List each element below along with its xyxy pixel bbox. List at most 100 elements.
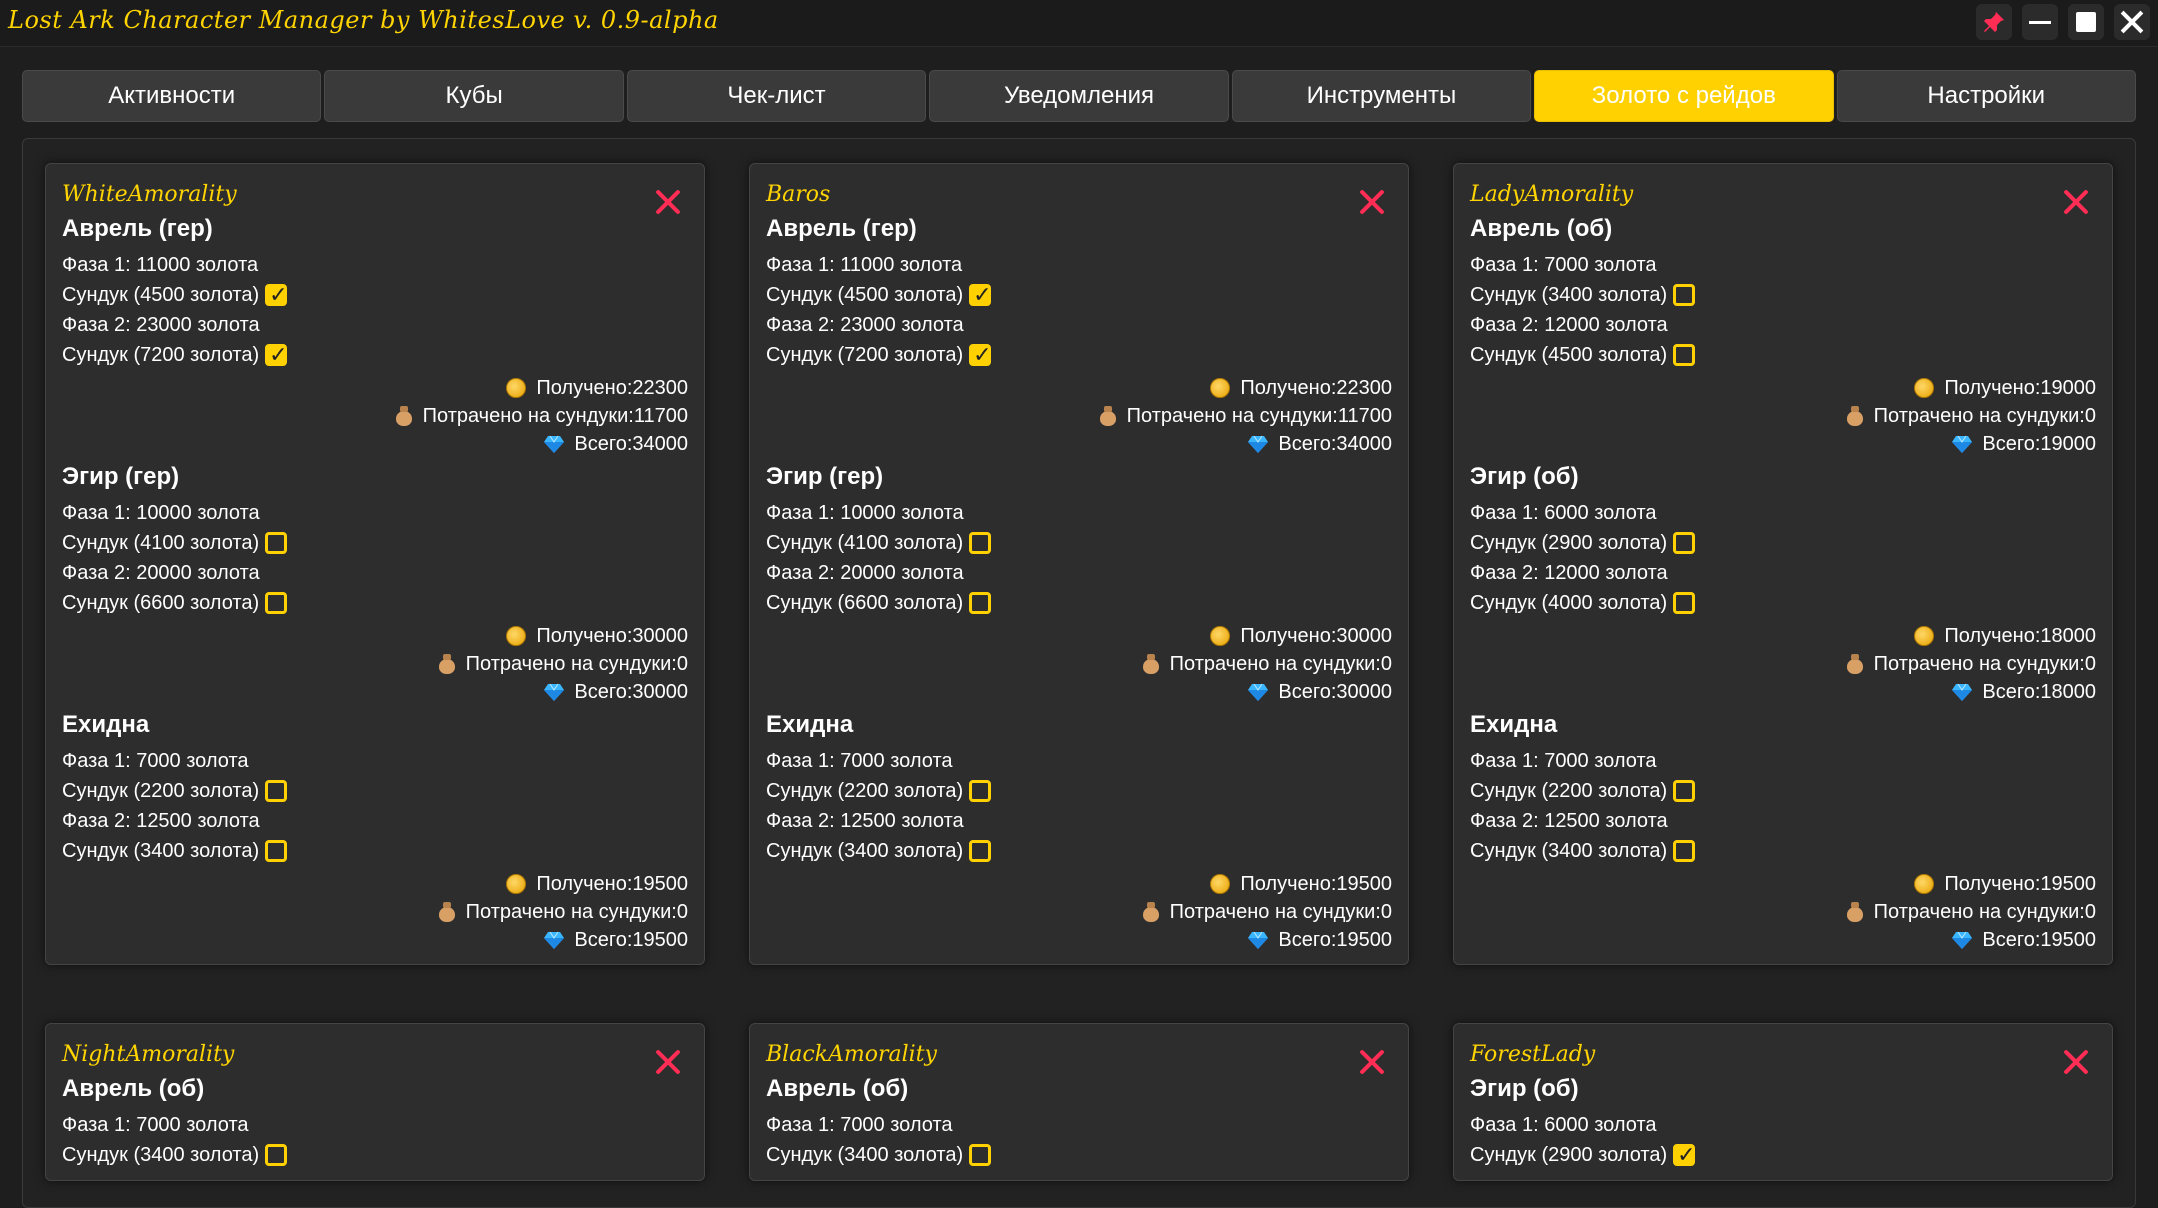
- remove-character-icon[interactable]: [654, 188, 682, 216]
- chest-1-text: Сундук (3400 золота): [766, 1144, 964, 1166]
- raid-summary: Получено: 22300 Потрачено на сундуки: 117…: [62, 374, 688, 458]
- chest-1-checkbox[interactable]: [265, 1144, 288, 1166]
- chest-2-text: Сундук (6600 золота): [62, 592, 260, 614]
- remove-character-icon[interactable]: [1358, 188, 1386, 216]
- chest-2-checkbox[interactable]: [1673, 840, 1696, 862]
- tab-settings[interactable]: Настройки: [1836, 70, 2136, 122]
- received-label: Получено:: [536, 873, 633, 895]
- chest-1-checkbox[interactable]: [265, 532, 288, 554]
- raid-summary: Получено: 18000 Потрачено на сундуки: 0 Вс…: [1470, 622, 2096, 706]
- chest-1-checkbox[interactable]: [969, 780, 992, 802]
- chest-1-checkbox[interactable]: [265, 780, 288, 802]
- coin-icon: [1914, 874, 1935, 894]
- remove-character-icon[interactable]: [654, 1048, 682, 1076]
- chest-1-text: Сундук (4500 золота): [766, 284, 964, 306]
- phase-2-text: Фаза 2: 23000 золота: [62, 314, 260, 336]
- minimize-button[interactable]: [2022, 4, 2058, 40]
- total-label: Всего:: [1982, 681, 2041, 703]
- phase-1-text: Фаза 1: 7000 золота: [1470, 750, 1657, 772]
- chest-1-checkbox[interactable]: [969, 1144, 992, 1166]
- remove-character-icon[interactable]: [2062, 1048, 2090, 1076]
- raid-section: Эгир (гер) Фаза 1: 10000 золота Сундук (41…: [766, 458, 1392, 706]
- money-bag-icon: [1142, 654, 1160, 674]
- chest-1-text: Сундук (4100 золота): [766, 532, 964, 554]
- chest-1-checkbox[interactable]: [969, 281, 992, 311]
- chest-1-text: Сундук (2200 золота): [62, 780, 260, 802]
- phase-1-text: Фаза 1: 7000 золота: [62, 750, 249, 772]
- chest-1-checkbox[interactable]: [1673, 532, 1696, 554]
- raid-title: Аврель (об): [62, 1075, 205, 1102]
- spent-label: Потрачено на сундуки:: [1873, 405, 2085, 427]
- phase-2-line: Фаза 2: 12500 золота: [1470, 806, 2096, 836]
- chest-2-checkbox[interactable]: [265, 592, 288, 614]
- received-label: Получено:: [1944, 377, 2041, 399]
- chest-1-checkbox[interactable]: [265, 281, 288, 311]
- money-bag-icon: [438, 902, 456, 922]
- chest-2-checkbox[interactable]: [1673, 592, 1696, 614]
- close-button[interactable]: [2114, 4, 2150, 40]
- received-label: Получено:: [1240, 873, 1337, 895]
- chest-1-text: Сундук (3400 золота): [62, 1144, 260, 1166]
- coin-icon: [506, 626, 527, 646]
- chest-1-checkbox[interactable]: [969, 532, 992, 554]
- spent-label: Потрачено на сундуки:: [1873, 653, 2085, 675]
- tab-raid-gold[interactable]: Золото с рейдов: [1534, 70, 1834, 122]
- received-value: 19500: [1336, 873, 1392, 895]
- character-name: NightAmorality: [62, 1042, 235, 1067]
- tab-checklist[interactable]: Чек-лист: [626, 70, 927, 122]
- chest-1-text: Сундук (2900 золота): [1470, 1144, 1668, 1166]
- remove-character-icon[interactable]: [1358, 1048, 1386, 1076]
- spent-label: Потрачено на сундуки:: [1169, 901, 1381, 923]
- chest-2-checkbox[interactable]: [969, 592, 992, 614]
- received-row: Получено: 19000: [1470, 374, 2096, 402]
- chest-1-checkbox[interactable]: [1673, 284, 1696, 306]
- maximize-button[interactable]: [2068, 4, 2104, 40]
- chest-1-checkbox[interactable]: [1673, 1141, 1696, 1171]
- chest-1-line: Сундук (2900 золота): [1470, 528, 2096, 558]
- spent-label: Потрачено на сундуки:: [1873, 901, 2085, 923]
- chest-1-checkbox[interactable]: [1673, 780, 1696, 802]
- phase-1-line: Фаза 1: 11000 золота: [62, 250, 688, 280]
- spent-label: Потрачено на сундуки:: [1126, 405, 1338, 427]
- spent-value: 0: [2084, 405, 2096, 427]
- tab-notifications[interactable]: Уведомления: [929, 70, 1229, 122]
- spent-label: Потрачено на сундуки:: [465, 653, 677, 675]
- received-label: Получено:: [1240, 377, 1337, 399]
- total-row: Всего: 19500: [62, 926, 688, 954]
- phase-1-line: Фаза 1: 7000 золота: [62, 746, 688, 776]
- phase-1-text: Фаза 1: 7000 золота: [62, 1114, 249, 1136]
- received-value: 22300: [632, 377, 688, 399]
- gem-icon: [1952, 434, 1973, 454]
- phase-2-line: Фаза 2: 20000 золота: [62, 558, 688, 588]
- total-value: 30000: [632, 681, 688, 703]
- money-bag-icon: [1099, 406, 1117, 426]
- chest-2-line: Сундук (7200 золота): [62, 340, 688, 371]
- spent-row: Потрачено на сундуки: 0: [1470, 650, 2096, 678]
- phase-2-text: Фаза 2: 12000 золота: [1470, 562, 1668, 584]
- character-name: ForestLady: [1470, 1042, 1596, 1067]
- chest-2-checkbox[interactable]: [265, 840, 288, 862]
- total-label: Всего:: [1278, 681, 1337, 703]
- raid-title: Эгир (гер): [62, 463, 180, 490]
- chest-2-checkbox[interactable]: [969, 840, 992, 862]
- total-value: 19500: [1336, 929, 1392, 951]
- chest-2-checkbox[interactable]: [969, 341, 992, 371]
- remove-character-icon[interactable]: [2062, 188, 2090, 216]
- tab-activities[interactable]: Активности: [22, 70, 322, 122]
- total-row: Всего: 30000: [766, 678, 1392, 706]
- phase-1-text: Фаза 1: 11000 золота: [62, 254, 259, 276]
- raid-summary: Получено: 30000 Потрачено на сундуки: 0 Вс…: [62, 622, 688, 706]
- chest-2-text: Сундук (3400 золота): [62, 840, 260, 862]
- chest-2-text: Сундук (3400 золота): [1470, 840, 1668, 862]
- tab-tools[interactable]: Инструменты: [1231, 70, 1532, 122]
- total-label: Всего:: [574, 433, 633, 455]
- pin-button[interactable]: [1976, 4, 2012, 40]
- chest-2-checkbox[interactable]: [1673, 344, 1696, 366]
- chest-2-checkbox[interactable]: [265, 341, 288, 371]
- coin-icon: [506, 378, 527, 398]
- maximize-icon: [2076, 12, 2096, 32]
- phase-2-line: Фаза 2: 23000 золота: [62, 310, 688, 340]
- total-row: Всего: 19500: [766, 926, 1392, 954]
- tab-cubes[interactable]: Кубы: [324, 70, 624, 122]
- phase-2-text: Фаза 2: 12500 золота: [62, 810, 260, 832]
